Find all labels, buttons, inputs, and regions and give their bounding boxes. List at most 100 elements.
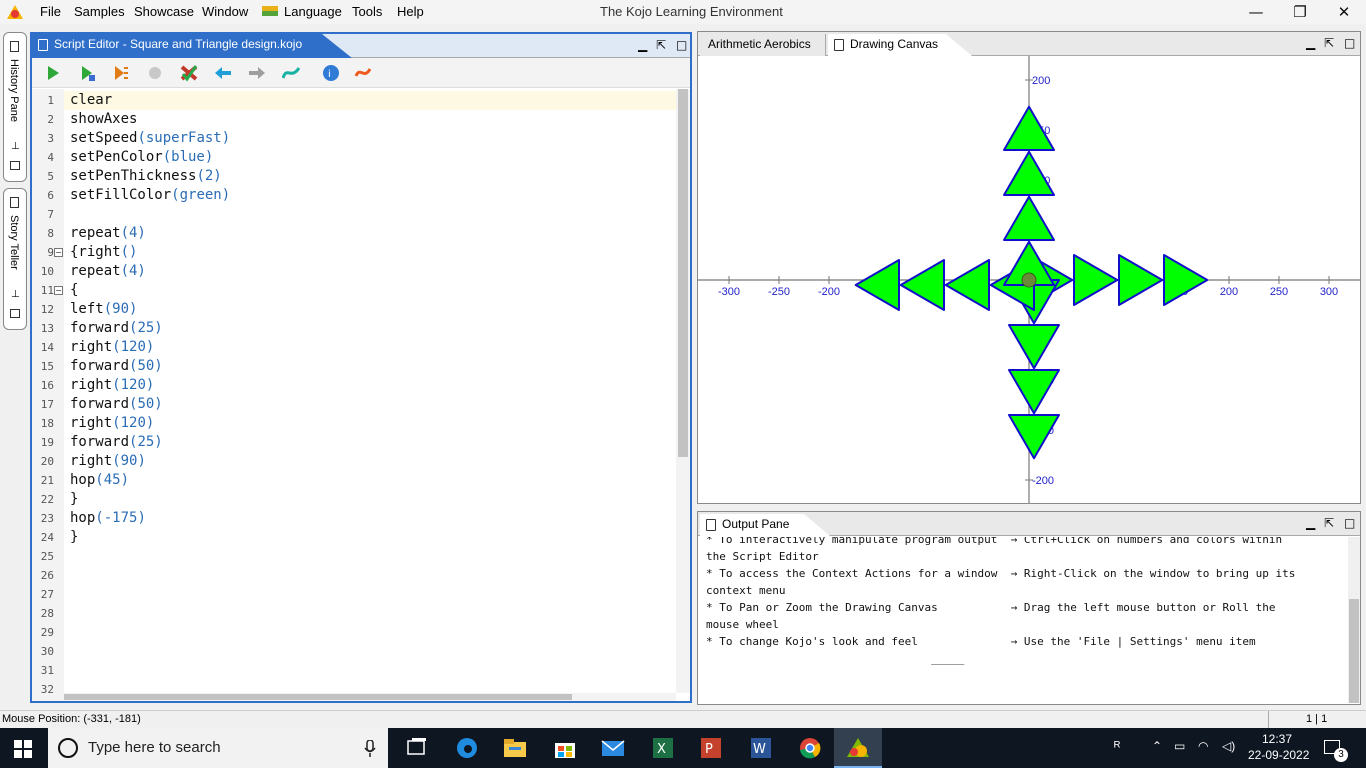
menu-samples[interactable]: Samples [74,4,125,19]
fold-toggle-icon[interactable]: − [54,286,63,295]
editor-toolbar: i [32,58,690,88]
line-number: 6 [47,189,54,202]
clock-date[interactable]: 22-09-2022 [1248,748,1309,762]
clear-script-icon[interactable] [354,64,372,82]
code-line[interactable]: left(90) [70,300,137,319]
code-line[interactable]: right(120) [70,338,154,357]
scroll-thumb[interactable] [678,89,688,457]
menu-file[interactable]: File [40,4,61,19]
close-button[interactable]: ✕ [1333,2,1355,22]
mail-icon[interactable] [600,736,626,760]
menu-language[interactable]: Language [284,4,342,19]
clock-time[interactable]: 12:37 [1262,732,1292,746]
script-editor-tab[interactable]: Script Editor - Square and Triangle desi… [32,34,352,58]
run-worksheet-icon[interactable] [78,64,96,82]
line-number: 27 [40,588,54,601]
panel-float-icon[interactable]: ⇱ [656,38,666,52]
code-line[interactable]: repeat(4) [70,224,146,243]
panel-maximize-icon[interactable]: □ [676,38,687,52]
code-line[interactable]: { [70,281,78,300]
code-line[interactable]: setPenThickness(2) [70,167,222,186]
tab-drawing-canvas[interactable]: Drawing Canvas [828,34,972,56]
chrome-icon[interactable] [797,736,823,760]
panel-minimize-icon[interactable]: ▁ [1306,516,1315,530]
taskbar-search[interactable]: Type here to search [48,728,388,768]
code-line[interactable]: hop(-175) [70,509,146,528]
panel-minimize-icon[interactable]: ▁ [1306,36,1315,50]
doc-icon [38,39,48,51]
menu-tools[interactable]: Tools [352,4,382,19]
editor-horizontal-scrollbar[interactable] [64,693,676,701]
doc-icon [10,197,19,208]
history-pane-tab[interactable]: History Pane ⊥ [3,32,27,182]
code-line[interactable]: forward(50) [70,395,163,414]
panel-maximize-icon[interactable]: □ [1344,36,1355,50]
pin-icon[interactable]: ⊥ [11,141,20,152]
line-number: 23 [40,512,54,525]
kojo-taskbar-item[interactable] [834,728,882,768]
file-explorer-icon[interactable] [502,736,528,760]
powerpoint-icon[interactable]: P [698,736,724,760]
restore-icon[interactable] [10,161,20,170]
run-icon[interactable] [44,64,62,82]
editor-vertical-scrollbar[interactable] [676,89,690,693]
volume-icon[interactable]: ◁) [1222,739,1235,753]
menu-showcase[interactable]: Showcase [134,4,194,19]
code-line[interactable]: {right() [70,243,137,262]
code-line[interactable]: repeat(4) [70,262,146,281]
check-icon[interactable] [180,64,198,82]
panel-minimize-icon[interactable]: ▁ [638,38,647,52]
code-line[interactable]: showAxes [70,110,137,129]
wifi-icon[interactable]: ◠ [1198,739,1208,753]
clear-output-icon[interactable]: i [322,64,340,82]
menu-window[interactable]: Window [202,4,248,19]
tab-output-pane[interactable]: Output Pane [700,514,830,536]
doc-icon [834,39,844,51]
code-line[interactable]: clear [70,91,112,110]
code-line[interactable]: setFillColor(green) [70,186,230,205]
windows-start-icon[interactable] [14,740,32,758]
code-line[interactable]: forward(25) [70,319,163,338]
code-line[interactable]: setPenColor(blue) [70,148,213,167]
minimize-button[interactable]: — [1245,2,1267,22]
excel-icon[interactable]: X [650,736,676,760]
code-line[interactable]: right(90) [70,452,146,471]
battery-icon[interactable]: ▭ [1174,739,1185,753]
code-line[interactable]: right(120) [70,376,154,395]
code-line[interactable]: hop(45) [70,471,129,490]
undo-icon[interactable] [214,64,232,82]
edge-icon[interactable] [454,736,480,760]
code-line[interactable]: forward(25) [70,433,163,452]
drawing-canvas[interactable]: -300-250-200-150-100-5005010015020025030… [698,56,1360,503]
scroll-thumb[interactable] [1349,599,1359,703]
code-line[interactable]: right(120) [70,414,154,433]
panel-float-icon[interactable]: ⇱ [1324,36,1334,50]
code-line[interactable]: setSpeed(superFast) [70,129,230,148]
story-teller-tab[interactable]: Story Teller ⊥ [3,188,27,330]
scroll-thumb[interactable] [64,694,572,700]
redo-icon[interactable] [248,64,266,82]
panel-maximize-icon[interactable]: □ [1344,516,1355,530]
code-area[interactable]: clear showAxes setSpeed(superFast) setPenCo… [64,89,676,693]
tab-arithmetic-aerobics[interactable]: Arithmetic Aerobics [700,34,826,56]
chevron-up-icon[interactable]: ⌃ [1152,739,1162,753]
output-scrollbar[interactable] [1348,537,1360,703]
turtle-triangle [854,259,900,311]
pin-icon[interactable]: ⊥ [11,289,20,300]
task-view-icon[interactable] [404,736,430,760]
restore-icon[interactable] [10,309,20,318]
menu-help[interactable]: Help [397,4,424,19]
stop-icon[interactable] [146,64,164,82]
maximize-button[interactable]: ❐ [1289,2,1311,22]
word-icon[interactable]: W [748,736,774,760]
store-icon[interactable] [552,736,578,760]
format-icon[interactable] [282,64,300,82]
people-icon[interactable]: ᴿ [1114,738,1120,754]
microphone-icon[interactable] [364,740,376,758]
panel-float-icon[interactable]: ⇱ [1324,516,1334,530]
trace-icon[interactable] [112,64,130,82]
fold-toggle-icon[interactable]: − [54,248,63,257]
code-line[interactable]: } [70,490,78,509]
code-line[interactable]: forward(50) [70,357,163,376]
code-line[interactable]: } [70,528,78,547]
